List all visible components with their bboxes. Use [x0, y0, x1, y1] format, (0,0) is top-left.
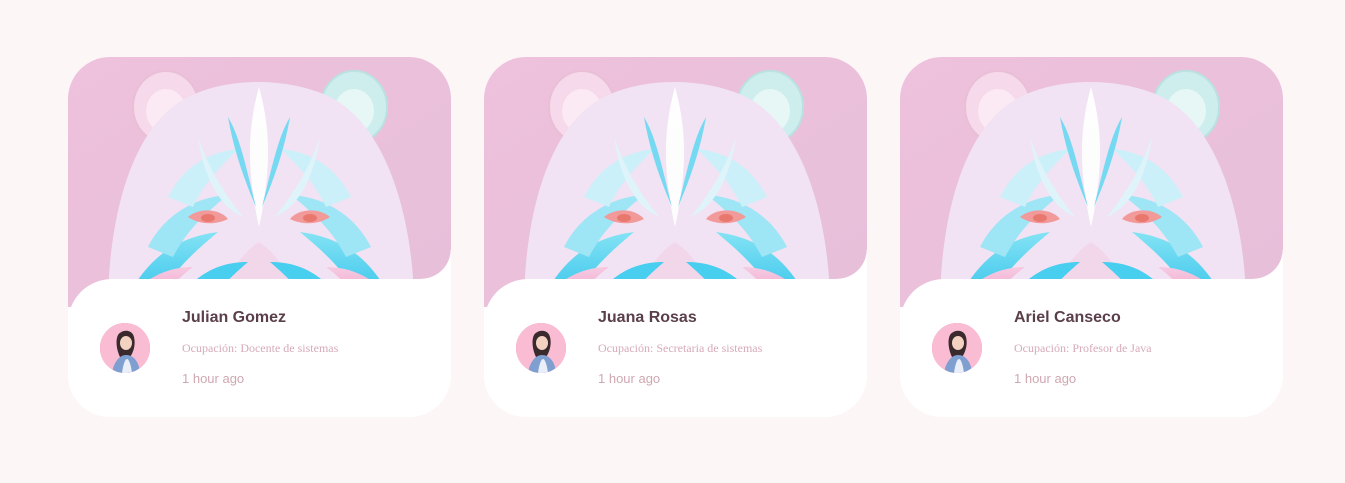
avatar[interactable]	[932, 323, 982, 373]
card-info-panel: Juana Rosas Ocupación: Secretaria de sis…	[484, 249, 867, 417]
person-name: Julian Gomez	[182, 309, 287, 326]
profile-card-list: Julian Gomez Ocupación: Docente de siste…	[68, 57, 1283, 417]
timestamp: 1 hour ago	[1014, 371, 1077, 386]
profile-card[interactable]: Juana Rosas Ocupación: Secretaria de sis…	[484, 57, 867, 417]
profile-card[interactable]: Julian Gomez Ocupación: Docente de siste…	[68, 57, 451, 417]
card-info-panel: Julian Gomez Ocupación: Docente de siste…	[68, 249, 451, 417]
avatar[interactable]	[516, 323, 566, 373]
bear-illustration-image	[484, 57, 867, 307]
timestamp: 1 hour ago	[598, 371, 661, 386]
avatar[interactable]	[100, 323, 150, 373]
person-name: Juana Rosas	[598, 309, 697, 326]
bear-illustration-image	[68, 57, 451, 307]
card-info-panel: Ariel Canseco Ocupación: Profesor de Jav…	[900, 249, 1283, 417]
occupation-text: Ocupación: Docente de sistemas	[182, 341, 339, 355]
person-name: Ariel Canseco	[1014, 309, 1121, 326]
bear-illustration-image	[900, 57, 1283, 307]
profile-card[interactable]: Ariel Canseco Ocupación: Profesor de Jav…	[900, 57, 1283, 417]
occupation-text: Ocupación: Secretaria de sistemas	[598, 341, 763, 355]
timestamp: 1 hour ago	[182, 371, 245, 386]
occupation-text: Ocupación: Profesor de Java	[1014, 341, 1152, 355]
